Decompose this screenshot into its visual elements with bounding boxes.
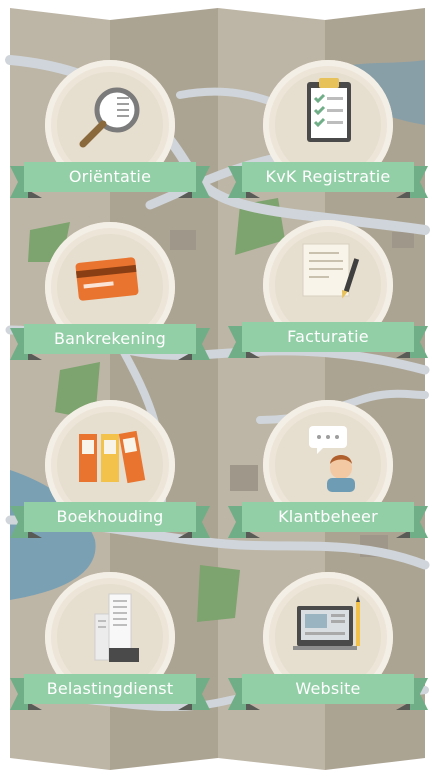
menu-item-orientatie[interactable]: Oriëntatie: [10, 60, 210, 220]
item-label: KvK Registratie: [265, 167, 391, 186]
item-label: Boekhouding: [56, 507, 164, 526]
magnifier-icon: [79, 87, 140, 148]
bank-card-icon: [75, 257, 139, 301]
menu-item-facturatie[interactable]: Facturatie: [228, 220, 428, 380]
item-label: Website: [295, 679, 361, 698]
invoice-pen-icon: [302, 243, 360, 299]
menu-item-bankrekening[interactable]: Bankrekening: [10, 222, 210, 382]
customer-chat-icon: [309, 426, 355, 492]
item-label: Klantbeheer: [278, 507, 378, 526]
menu-item-belastingdienst[interactable]: Belastingdienst: [10, 572, 210, 732]
clipboard-checklist-icon: [307, 78, 351, 142]
menu-item-website[interactable]: Website: [228, 572, 428, 732]
tax-office-building-icon: [94, 593, 139, 662]
menu-item-boekhouding[interactable]: Boekhouding: [10, 400, 210, 560]
item-label: Belastingdienst: [46, 679, 174, 698]
menu-item-kvk-registratie[interactable]: KvK Registratie: [228, 60, 428, 220]
item-label: Oriëntatie: [68, 167, 152, 186]
computer-monitor-icon: [293, 596, 360, 650]
menu-item-klantbeheer[interactable]: Klantbeheer: [228, 400, 428, 560]
item-label: Facturatie: [287, 327, 369, 346]
binders-icon: [79, 430, 146, 484]
item-label: Bankrekening: [53, 329, 167, 348]
infographic-map: Oriëntatie KvK Registratie Bankrekening …: [0, 0, 435, 780]
